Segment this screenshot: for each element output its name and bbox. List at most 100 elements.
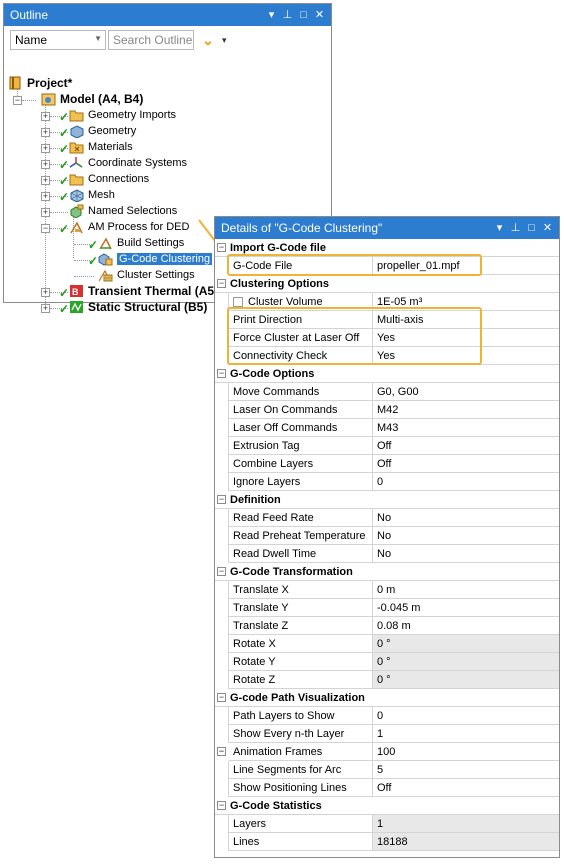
property-row[interactable]: Show Positioning Lines Off: [215, 779, 559, 797]
section-gcode-path-visualization[interactable]: − G-code Path Visualization: [215, 689, 559, 707]
property-value[interactable]: 0.08 m: [373, 617, 559, 635]
tree-item-static-structural[interactable]: ✓ Static Structural (B5): [59, 299, 207, 316]
search-outline-input[interactable]: Search Outline: [108, 30, 194, 50]
property-value[interactable]: Yes: [373, 329, 559, 347]
expand-geometry-imports-toggle[interactable]: +: [41, 112, 50, 121]
property-row[interactable]: G-Code File propeller_01.mpf: [215, 257, 559, 275]
section-gcode-statistics[interactable]: − G-Code Statistics: [215, 797, 559, 815]
maximize-icon[interactable]: □: [525, 222, 538, 235]
property-value[interactable]: Multi-axis: [373, 311, 559, 329]
expand-connections-toggle[interactable]: +: [41, 176, 50, 185]
property-value[interactable]: 100: [373, 743, 559, 761]
tree-item-geometry-imports[interactable]: ✓ Geometry Imports: [59, 107, 176, 124]
tree-item-coordinate-systems[interactable]: ✓ Coordinate Systems: [59, 155, 187, 172]
dropdown-icon[interactable]: ▾: [493, 222, 506, 235]
section-clustering-options[interactable]: − Clustering Options: [215, 275, 559, 293]
collapse-model-toggle[interactable]: −: [13, 96, 22, 105]
property-value[interactable]: No: [373, 545, 559, 563]
property-value[interactable]: M43: [373, 419, 559, 437]
property-row[interactable]: Line Segments for Arc 5: [215, 761, 559, 779]
tree-item-materials[interactable]: ✓ Materials: [59, 139, 133, 156]
tree-item-transient-thermal[interactable]: ✓ B Transient Thermal (A5): [59, 283, 218, 300]
tree-item-connections[interactable]: ✓ Connections: [59, 171, 149, 188]
collapse-icon[interactable]: −: [217, 567, 226, 576]
property-row[interactable]: Read Feed Rate No: [215, 509, 559, 527]
property-row[interactable]: Show Every n-th Layer 1: [215, 725, 559, 743]
property-row[interactable]: Read Preheat Temperature No: [215, 527, 559, 545]
property-row[interactable]: Rotate X0 °: [215, 635, 559, 653]
property-row[interactable]: Laser Off Commands M43: [215, 419, 559, 437]
tree-item-build-settings[interactable]: ✓ Build Settings: [88, 235, 184, 252]
collapse-icon[interactable]: −: [217, 369, 226, 378]
property-row[interactable]: Translate X0 m: [215, 581, 559, 599]
property-value[interactable]: Off: [373, 455, 559, 473]
section-gcode-options[interactable]: − G-Code Options: [215, 365, 559, 383]
expand-named-selections-toggle[interactable]: +: [41, 208, 50, 217]
property-row[interactable]: Translate Z 0.08 m: [215, 617, 559, 635]
property-row[interactable]: Path Layers to Show 0: [215, 707, 559, 725]
tree-item-am-process[interactable]: ✓ AM Process for DED: [59, 219, 189, 236]
collapse-icon[interactable]: −: [217, 495, 226, 504]
section-gcode-transformation[interactable]: − G-Code Transformation: [215, 563, 559, 581]
tree-item-model[interactable]: Model (A4, B4): [41, 91, 143, 107]
collapse-icon[interactable]: −: [217, 243, 226, 252]
menu-dropdown-icon[interactable]: ▾: [222, 35, 232, 46]
property-value[interactable]: 0 m: [373, 581, 559, 599]
property-value[interactable]: 0: [373, 473, 559, 491]
collapse-icon[interactable]: −: [217, 693, 226, 702]
section-definition[interactable]: − Definition: [215, 491, 559, 509]
property-value[interactable]: Off: [373, 437, 559, 455]
property-value[interactable]: -0.045 m: [373, 599, 559, 617]
property-value[interactable]: G0, G00: [373, 383, 559, 401]
close-icon[interactable]: ✕: [313, 9, 326, 22]
property-row[interactable]: Lines 18188: [215, 833, 559, 851]
name-filter-select[interactable]: Name ▼: [10, 30, 106, 50]
collapse-icon[interactable]: −: [217, 747, 226, 756]
property-value[interactable]: Yes: [373, 347, 559, 365]
dropdown-icon[interactable]: ▾: [265, 9, 278, 22]
expand-mesh-toggle[interactable]: +: [41, 192, 50, 201]
property-row[interactable]: Connectivity Check Yes: [215, 347, 559, 365]
property-value[interactable]: 0: [373, 707, 559, 725]
property-value[interactable]: 1E-05 m³: [373, 293, 559, 311]
property-row[interactable]: Combine Layers Off: [215, 455, 559, 473]
pin-icon[interactable]: ⊥: [281, 9, 294, 22]
property-value[interactable]: No: [373, 527, 559, 545]
pin-icon[interactable]: ⊥: [509, 222, 522, 235]
property-row[interactable]: Cluster Volume 1E-05 m³: [215, 293, 559, 311]
property-value[interactable]: M42: [373, 401, 559, 419]
property-row[interactable]: Translate Y -0.045 m: [215, 599, 559, 617]
property-row[interactable]: Rotate Y0 °: [215, 653, 559, 671]
gcode-file-value[interactable]: propeller_01.mpf: [373, 257, 559, 275]
close-icon[interactable]: ✕: [541, 222, 554, 235]
property-value[interactable]: No: [373, 509, 559, 527]
property-row[interactable]: Extrusion Tag Off: [215, 437, 559, 455]
property-row[interactable]: Force Cluster at Laser Off Yes: [215, 329, 559, 347]
expand-materials-toggle[interactable]: +: [41, 144, 50, 153]
expand-transient-thermal-toggle[interactable]: +: [41, 288, 50, 297]
tree-item-mesh[interactable]: ✓ Mesh: [59, 187, 115, 204]
property-row[interactable]: − Animation Frames 100: [215, 743, 559, 761]
tree-item-project[interactable]: Project*: [8, 75, 72, 91]
collapse-am-process-toggle[interactable]: −: [41, 224, 50, 233]
property-value[interactable]: 1: [373, 725, 559, 743]
tree-item-named-selections[interactable]: Named Selections: [69, 203, 177, 219]
tree-item-cluster-settings[interactable]: Cluster Settings: [98, 267, 195, 283]
property-row[interactable]: Rotate Z0 °: [215, 671, 559, 689]
collapse-icon[interactable]: −: [217, 801, 226, 810]
expand-geometry-toggle[interactable]: +: [41, 128, 50, 137]
property-row[interactable]: Layers 1: [215, 815, 559, 833]
property-row[interactable]: Ignore Layers 0: [215, 473, 559, 491]
collapse-icon[interactable]: −: [217, 279, 226, 288]
property-value[interactable]: Off: [373, 779, 559, 797]
filter-chevron-icon[interactable]: ⌄: [196, 30, 220, 50]
expand-coordinate-systems-toggle[interactable]: +: [41, 160, 50, 169]
property-row[interactable]: Laser On Commands M42: [215, 401, 559, 419]
cluster-volume-checkbox[interactable]: [233, 296, 243, 307]
maximize-icon[interactable]: □: [297, 9, 310, 22]
property-row[interactable]: Print Direction Multi-axis: [215, 311, 559, 329]
section-import-gcode-file[interactable]: − Import G-Code file: [215, 239, 559, 257]
property-row[interactable]: Read Dwell Time No: [215, 545, 559, 563]
property-value[interactable]: 5: [373, 761, 559, 779]
expand-static-structural-toggle[interactable]: +: [41, 304, 50, 313]
